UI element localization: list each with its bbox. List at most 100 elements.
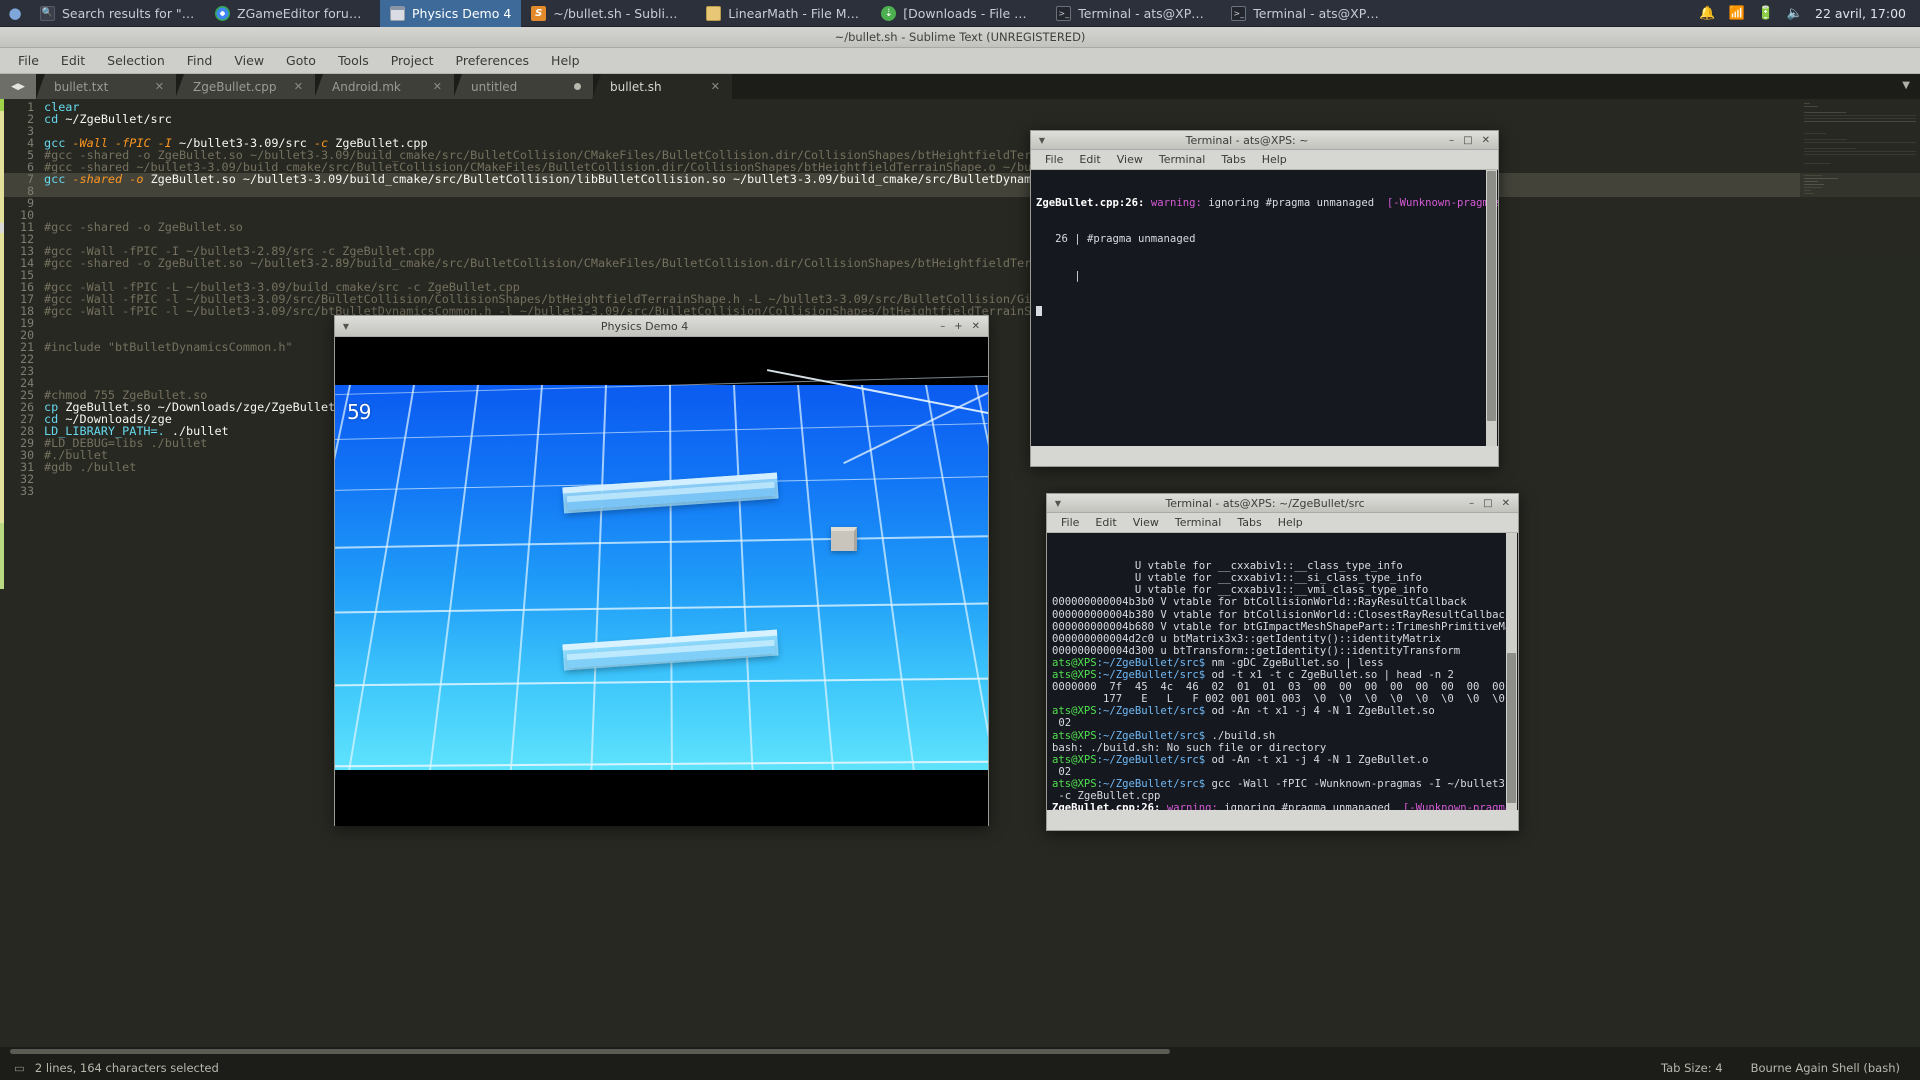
chevron-down-icon[interactable]: ▼ — [1031, 136, 1053, 145]
menu-file[interactable]: File — [1053, 514, 1087, 531]
taskbar-item-label: Search results for "btBullet... — [62, 5, 195, 21]
terminal2-menu-bar[interactable]: File Edit View Terminal Tabs Help — [1047, 513, 1518, 533]
taskbar-item-downloads[interactable]: ⇣ [Downloads - File Manager] — [871, 0, 1046, 27]
taskbar-item-terminal-2[interactable]: >_ Terminal - ats@XPS: ~/ZgeB... — [1221, 0, 1396, 27]
code-line[interactable]: cd ~/ZgeBullet/src — [44, 113, 172, 125]
menu-preferences[interactable]: Preferences — [446, 50, 540, 71]
code-line[interactable]: #gcc -shared -o ZgeBullet.so — [44, 221, 243, 233]
maximize-icon[interactable]: + — [954, 321, 962, 332]
sublime-menu-bar[interactable]: File Edit Selection Find View Goto Tools… — [0, 48, 1920, 74]
volume-icon[interactable]: 🔈 — [1787, 6, 1803, 21]
close-icon[interactable]: ✕ — [1502, 498, 1510, 509]
minimize-icon[interactable]: – — [1449, 135, 1454, 146]
maximize-icon[interactable]: □ — [1483, 498, 1492, 509]
menu-terminal[interactable]: Terminal — [1151, 151, 1214, 168]
selection-status: 2 lines, 164 characters selected — [34, 1061, 219, 1075]
terminal2-scrollbar[interactable] — [1506, 533, 1517, 810]
terminal1-cursor — [1036, 306, 1493, 318]
tab-bullet-txt[interactable]: bullet.txt ✕ — [36, 74, 176, 99]
tab-nav-arrows[interactable]: ◀▶ — [0, 74, 36, 99]
terminal-window-2[interactable]: ▼ Terminal - ats@XPS: ~/ZgeBullet/src – … — [1046, 493, 1519, 831]
clock[interactable]: 22 avril, 17:00 — [1815, 6, 1920, 21]
opengl-viewport[interactable]: 59 — [335, 337, 988, 826]
taskbar-item-search[interactable]: 🔍 Search results for "btBullet... — [30, 0, 205, 27]
tab-android-mk[interactable]: Android.mk ✕ — [314, 74, 454, 99]
menu-file[interactable]: File — [8, 50, 49, 71]
sublime-tab-bar[interactable]: ◀▶ bullet.txt ✕ ZgeBullet.cpp ✕ Android.… — [0, 74, 1920, 99]
menu-help[interactable]: Help — [541, 50, 590, 71]
scrollbar-thumb[interactable] — [1487, 171, 1496, 421]
tab-bullet-sh[interactable]: bullet.sh ✕ — [592, 74, 732, 99]
system-tray[interactable]: 🔔 📶 🔋 🔈 — [1687, 6, 1815, 21]
terminal2-line: 000000000004b380 V vtable for btCollisio… — [1052, 608, 1512, 621]
terminal-window-1[interactable]: ▼ Terminal - ats@XPS: ~ – □ ✕ File Edit … — [1030, 130, 1499, 467]
terminal2-title-bar[interactable]: ▼ Terminal - ats@XPS: ~/ZgeBullet/src – … — [1047, 494, 1518, 513]
menu-edit[interactable]: Edit — [1071, 151, 1108, 168]
menu-file[interactable]: File — [1037, 151, 1071, 168]
terminal2-command: gcc -Wall -fPIC -Wunknown-pragmas -I ~/b… — [1211, 777, 1518, 790]
code-line[interactable]: #include "btBulletDynamicsCommon.h" — [44, 341, 293, 353]
terminal1-title-bar[interactable]: ▼ Terminal - ats@XPS: ~ – □ ✕ — [1031, 131, 1498, 150]
close-icon[interactable]: ✕ — [1482, 135, 1490, 146]
menu-edit[interactable]: Edit — [1087, 514, 1124, 531]
terminal1-menu-bar[interactable]: File Edit View Terminal Tabs Help — [1031, 150, 1498, 170]
menu-terminal[interactable]: Terminal — [1167, 514, 1230, 531]
minimize-icon[interactable]: – — [1469, 498, 1474, 509]
taskbar-item-linearmath[interactable]: LinearMath - File Manager — [696, 0, 871, 27]
terminal2-line: ats@XPS:~/ZgeBullet/src$ nm -gDC ZgeBull… — [1052, 657, 1513, 669]
terminal1-output[interactable]: ZgeBullet.cpp:26: warning: ignoring #pra… — [1031, 170, 1498, 446]
menu-tools[interactable]: Tools — [328, 50, 379, 71]
scrollbar-thumb[interactable] — [1507, 653, 1516, 803]
battery-icon[interactable]: 🔋 — [1758, 6, 1774, 21]
menu-help[interactable]: Help — [1270, 514, 1311, 531]
menu-goto[interactable]: Goto — [276, 50, 326, 71]
syntax-status[interactable]: Bourne Again Shell (bash) — [1751, 1061, 1900, 1075]
menu-help[interactable]: Help — [1254, 151, 1295, 168]
wifi-icon[interactable]: 📶 — [1728, 6, 1744, 21]
bell-icon[interactable]: 🔔 — [1699, 6, 1715, 21]
menu-view[interactable]: View — [224, 50, 274, 71]
close-icon[interactable]: ✕ — [433, 80, 442, 93]
terminal1-scrollbar[interactable] — [1486, 170, 1497, 446]
terminal1-line-2: 26 | #pragma unmanaged — [1036, 233, 1196, 246]
chevron-down-icon[interactable]: ▼ — [335, 322, 357, 331]
taskbar-item-sublime[interactable]: S ~/bullet.sh - Sublime Text (U... — [521, 0, 696, 27]
code-line[interactable]: gcc -shared -o ZgeBullet.so ~/bullet3-3.… — [44, 173, 1109, 185]
menu-tabs[interactable]: Tabs — [1229, 514, 1269, 531]
taskbar-item-physics-demo[interactable]: Physics Demo 4 — [380, 0, 522, 27]
physics-demo-window[interactable]: ▼ Physics Demo 4 – + ✕ 59 — [334, 315, 989, 826]
terminal2-output[interactable]: U vtable for __cxxabiv1::__class_type_in… — [1047, 533, 1518, 810]
close-icon[interactable]: ✕ — [155, 80, 164, 93]
chevron-down-icon[interactable]: ▼ — [1902, 80, 1910, 91]
terminal1-warn-file: ZgeBullet.cpp:26: — [1036, 197, 1145, 210]
terminal-icon: >_ — [1231, 5, 1247, 21]
code-line[interactable]: #gcc -shared -o ZgeBullet.so ~/bullet3-2… — [44, 257, 1109, 269]
code-line[interactable] — [44, 485, 51, 497]
menu-find[interactable]: Find — [177, 50, 223, 71]
close-icon[interactable]: ✕ — [711, 80, 720, 93]
menu-view[interactable]: View — [1109, 151, 1151, 168]
taskbar-item-label: ZGameEditor forum - Post a ... — [237, 5, 370, 21]
close-icon[interactable]: ✕ — [972, 321, 980, 332]
taskbar-item-chrome[interactable]: ZGameEditor forum - Post a ... — [205, 0, 380, 27]
tab-zgebullet-cpp[interactable]: ZgeBullet.cpp ✕ — [175, 74, 315, 99]
menu-project[interactable]: Project — [381, 50, 444, 71]
menu-edit[interactable]: Edit — [51, 50, 95, 71]
menu-selection[interactable]: Selection — [97, 50, 175, 71]
maximize-icon[interactable]: □ — [1463, 135, 1472, 146]
minimize-icon[interactable]: – — [940, 321, 945, 332]
menu-view[interactable]: View — [1125, 514, 1167, 531]
tab-untitled[interactable]: untitled — [453, 74, 593, 99]
taskbar[interactable]: ● 🔍 Search results for "btBullet... ZGam… — [0, 0, 1920, 27]
menu-icon[interactable]: ● — [0, 0, 30, 27]
demo-title-bar[interactable]: ▼ Physics Demo 4 – + ✕ — [335, 316, 988, 337]
menu-tabs[interactable]: Tabs — [1213, 151, 1253, 168]
tab-size-status[interactable]: Tab Size: 4 — [1661, 1061, 1723, 1075]
terminal2-command: ./build.sh — [1205, 729, 1276, 742]
chevron-down-icon[interactable]: ▼ — [1047, 499, 1069, 508]
close-icon[interactable]: ✕ — [294, 80, 303, 93]
code-line[interactable]: #gdb ./bullet — [44, 461, 136, 473]
fps-counter: 59 — [347, 400, 371, 424]
tab-label: untitled — [471, 79, 518, 94]
taskbar-item-terminal-1[interactable]: >_ Terminal - ats@XPS: ~ — [1046, 0, 1221, 27]
